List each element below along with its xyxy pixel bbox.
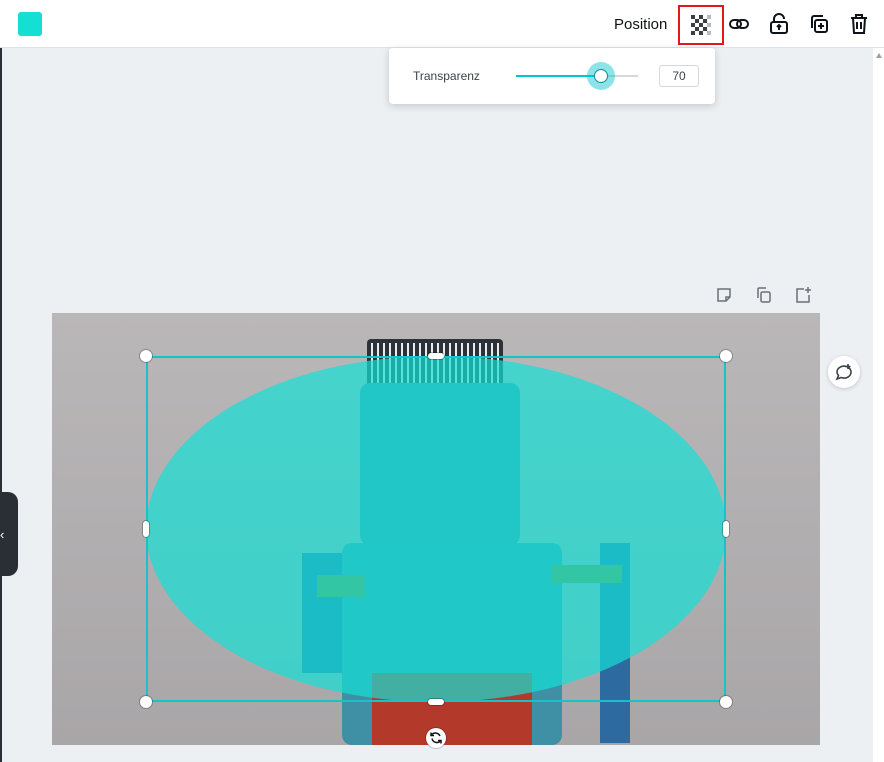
- add-page-icon: [796, 287, 811, 303]
- copy-page-icon: [757, 287, 771, 303]
- note-icon: [717, 288, 731, 302]
- resize-handle-top-left[interactable]: [140, 350, 152, 362]
- slider-thumb[interactable]: [587, 62, 616, 90]
- resize-handle-top[interactable]: [428, 353, 444, 359]
- scroll-up-arrow[interactable]: [876, 53, 882, 58]
- transparency-popover: Transparenz 70: [389, 48, 715, 104]
- color-swatch[interactable]: [18, 12, 42, 36]
- transparency-value-input[interactable]: 70: [659, 65, 699, 87]
- delete-button[interactable]: [842, 8, 876, 40]
- top-toolbar: Position: [0, 0, 884, 48]
- duplicate-button[interactable]: [802, 8, 836, 40]
- resize-handle-bottom-left[interactable]: [140, 696, 152, 708]
- add-note-button[interactable]: [713, 284, 735, 306]
- resize-handle-right[interactable]: [723, 521, 729, 537]
- design-canvas[interactable]: [52, 313, 820, 745]
- ellipse-shape[interactable]: [52, 313, 820, 745]
- comment-add-icon: [835, 364, 852, 381]
- duplicate-icon: [811, 15, 828, 33]
- transparency-label: Transparenz: [413, 69, 480, 83]
- resize-handle-bottom[interactable]: [428, 699, 444, 705]
- vertical-scrollbar[interactable]: [873, 48, 884, 762]
- link-icon: [729, 19, 749, 29]
- chevron-left-icon: ‹: [0, 526, 5, 542]
- resize-handle-left[interactable]: [143, 521, 149, 537]
- add-page-button[interactable]: [792, 284, 814, 306]
- position-button[interactable]: Position: [606, 8, 675, 40]
- duplicate-page-button[interactable]: [753, 284, 775, 306]
- transparency-button[interactable]: [678, 5, 724, 45]
- unlock-icon: [770, 13, 788, 34]
- transparency-slider[interactable]: [516, 62, 638, 90]
- rotate-handle[interactable]: [426, 728, 446, 748]
- resize-handle-top-right[interactable]: [720, 350, 732, 362]
- left-panel-edge: [0, 48, 2, 762]
- lock-button[interactable]: [762, 8, 796, 40]
- rotate-icon: [430, 732, 442, 744]
- trash-icon: [851, 14, 867, 34]
- collapse-panel-button[interactable]: ‹: [0, 492, 18, 576]
- add-comment-button[interactable]: [828, 356, 860, 388]
- transparency-icon: [691, 15, 711, 35]
- resize-handle-bottom-right[interactable]: [720, 696, 732, 708]
- link-button[interactable]: [722, 8, 756, 40]
